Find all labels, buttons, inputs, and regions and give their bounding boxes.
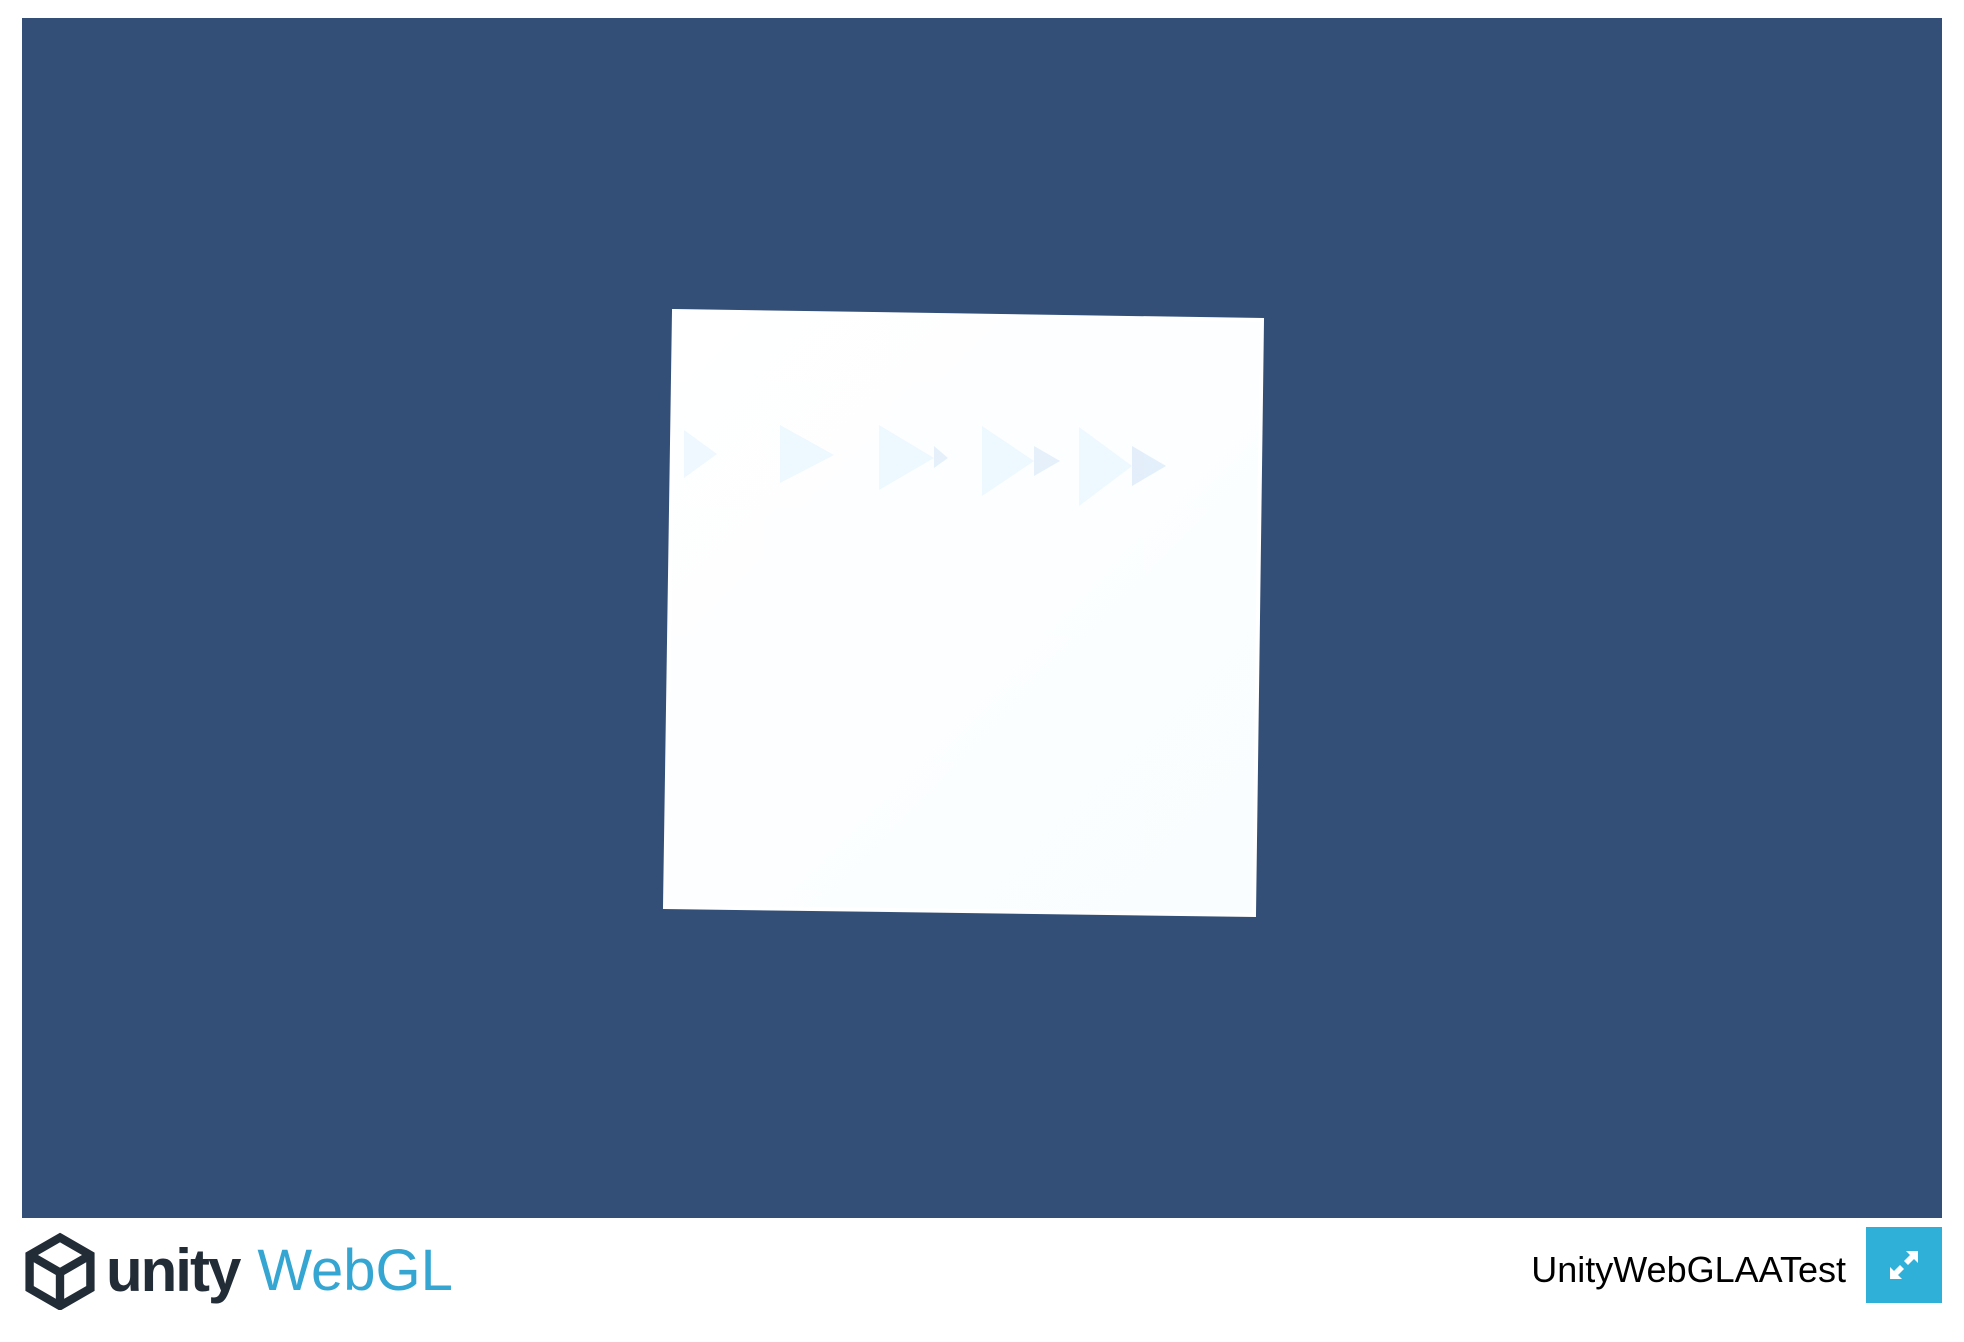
unity-footer: unity WebGL UnityWebGLAATest [22,1220,1942,1320]
unity-canvas[interactable] [22,18,1942,1218]
scene-render [662,308,1265,918]
fullscreen-button[interactable] [1866,1227,1942,1303]
unity-container [22,18,1942,1218]
unity-webgl-logo: unity WebGL [22,1227,453,1315]
build-title: UnityWebGLAATest [1531,1249,1846,1290]
rotated-quad [662,308,1265,918]
fullscreen-expand-icon [1890,1251,1918,1279]
logo-platform-text: WebGL [257,1238,453,1303]
unity-cube-icon [25,1232,95,1310]
logo-brand-text: unity [106,1237,241,1304]
